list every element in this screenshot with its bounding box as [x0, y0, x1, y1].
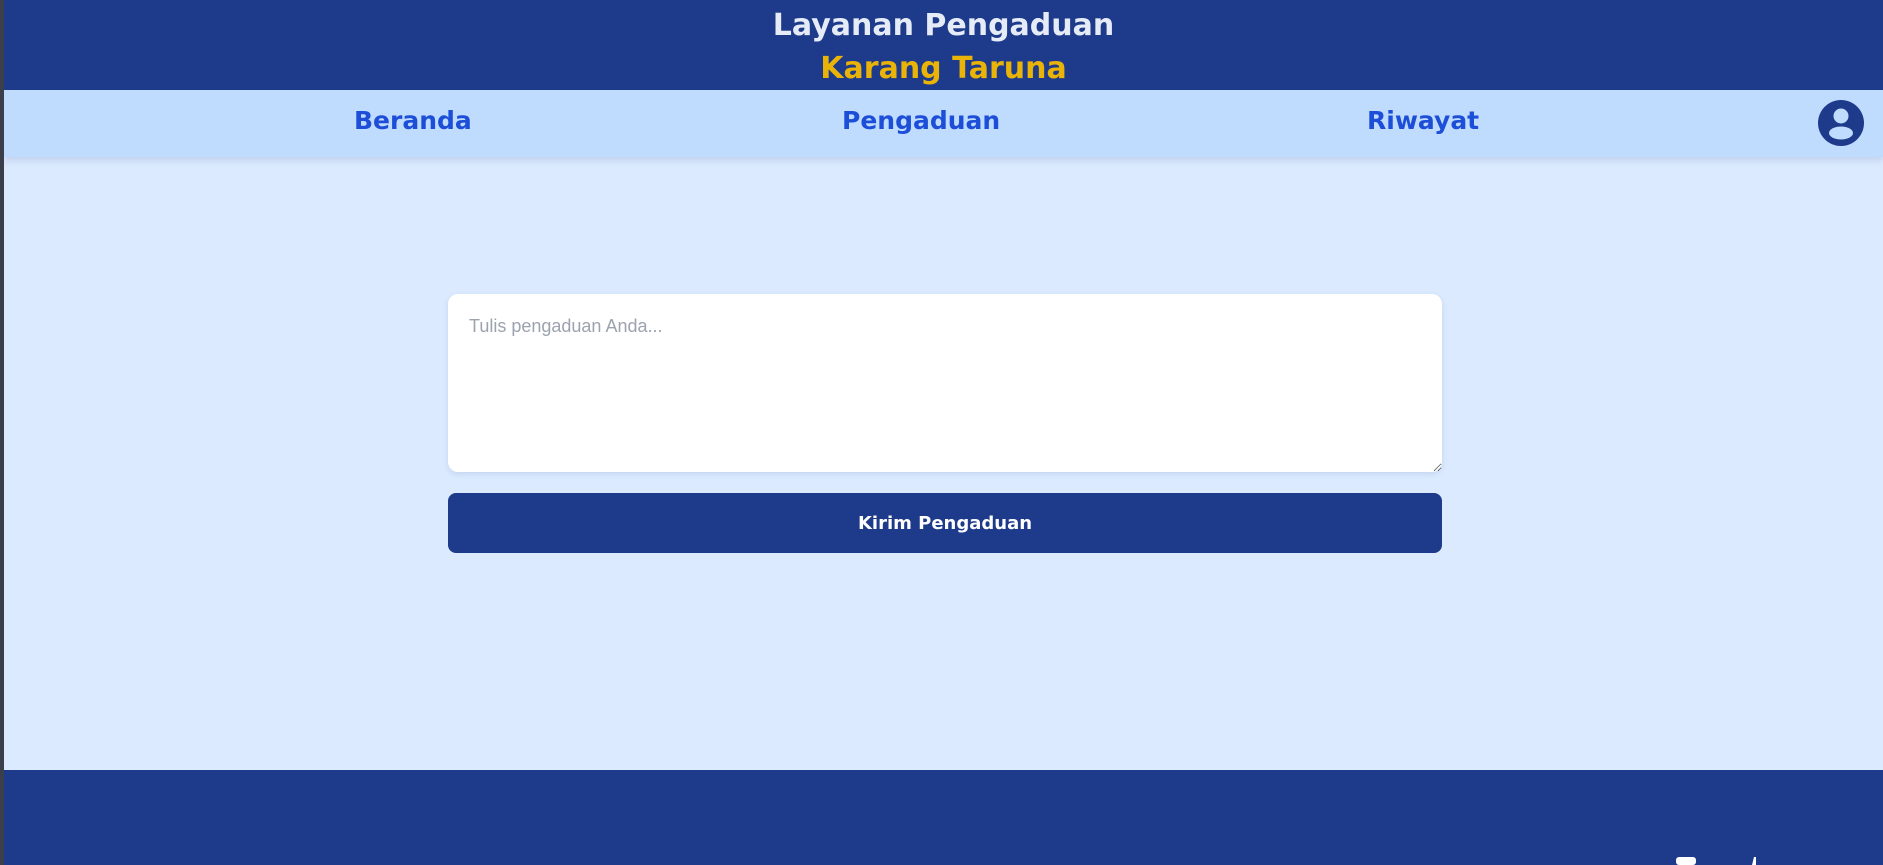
main-content: Kirim Pengaduan [4, 157, 1883, 770]
footer-social-icons [1676, 857, 1756, 865]
app-header: Layanan Pengaduan Karang Taruna [4, 0, 1883, 90]
user-circle-icon [1818, 100, 1864, 146]
nav-item-beranda[interactable]: Beranda [354, 106, 472, 136]
footer [4, 770, 1883, 865]
complaint-textarea[interactable] [448, 294, 1442, 472]
navbar: Beranda Pengaduan Riwayat [4, 90, 1883, 157]
nav-item-pengaduan[interactable]: Pengaduan [842, 106, 1000, 136]
social-icon [1676, 857, 1696, 865]
profile-button[interactable] [1818, 100, 1864, 146]
app-subtitle: Karang Taruna [820, 51, 1067, 86]
app-title: Layanan Pengaduan [772, 8, 1115, 43]
page: Layanan Pengaduan Karang Taruna Beranda … [4, 0, 1883, 865]
social-icon [1752, 857, 1756, 865]
nav-item-riwayat[interactable]: Riwayat [1367, 106, 1479, 136]
submit-complaint-button[interactable]: Kirim Pengaduan [448, 493, 1442, 553]
